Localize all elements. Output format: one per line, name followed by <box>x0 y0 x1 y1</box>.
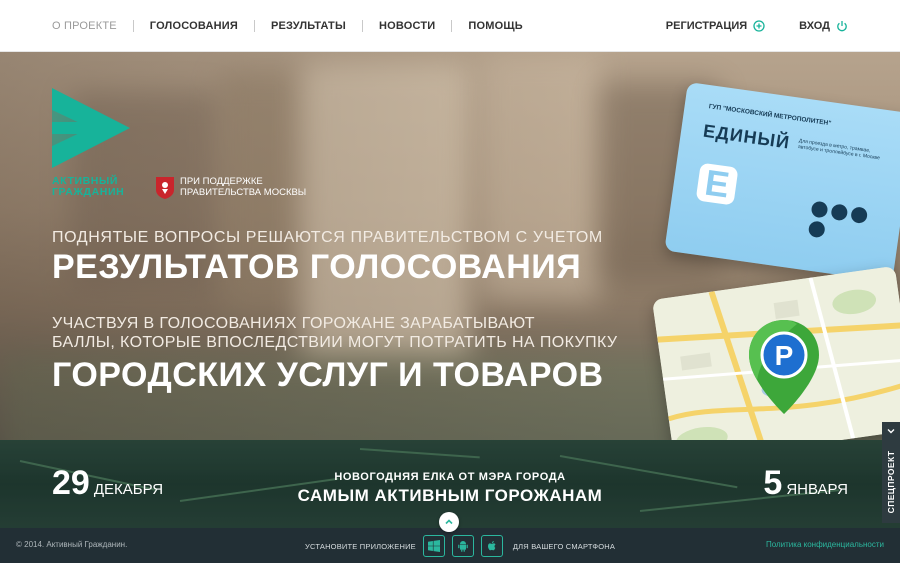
auth-links: Регистрация Вход <box>666 0 848 52</box>
nav-item-results[interactable]: Результаты <box>271 20 346 32</box>
tram-icon <box>807 220 826 239</box>
hero-subheading-2: Участвуя в голосованиях горожане зарабат… <box>52 314 617 352</box>
end-month: января <box>786 481 848 498</box>
top-navigation-bar: О проекте Голосования Результаты Новости… <box>0 0 900 52</box>
copyright: © 2014. Активный Гражданин. <box>16 540 128 549</box>
metro-icon <box>810 200 829 219</box>
smartphone-label: для вашего смартфона <box>512 541 616 551</box>
support-line2: Правительства Москвы <box>180 187 307 198</box>
ticket-note: Для проезда в метро, трамвае, автобусе и… <box>797 138 881 162</box>
end-day: 5 <box>763 464 783 502</box>
government-support: При поддержке Правительства Москвы <box>155 176 310 200</box>
brand-name: Активный гражданин <box>52 176 142 198</box>
ticket-title: ЕДИНЫЙ <box>701 120 792 153</box>
hero-heading-2: городских услуг и товаров <box>52 356 604 394</box>
special-project-label: Спецпроект <box>886 450 896 514</box>
transport-icons <box>807 200 872 245</box>
main-nav: О проекте Голосования Результаты Новости… <box>52 0 523 52</box>
support-text: При поддержке Правительства Москвы <box>180 176 310 198</box>
apple-icon <box>487 541 496 551</box>
android-icon <box>458 541 468 552</box>
apple-store-button[interactable] <box>480 535 503 557</box>
brand-logo-icon[interactable] <box>52 88 132 168</box>
nav-item-votes[interactable]: Голосования <box>150 20 238 32</box>
login-link[interactable]: Вход <box>799 20 848 32</box>
hero-subheading-2-line1: Участвуя в голосованиях горожане зарабат… <box>52 315 535 332</box>
nav-divider <box>361 20 363 32</box>
scroll-up-button[interactable] <box>439 512 459 532</box>
promo-start-date: 29 декабря <box>52 464 163 503</box>
register-link[interactable]: Регистрация <box>666 20 765 32</box>
privacy-policy-link[interactable]: Политика конфиденциальности <box>766 540 884 549</box>
start-month: декабря <box>93 481 164 498</box>
footer: © 2014. Активный Гражданин. Установите п… <box>0 528 900 563</box>
hero-subheading-1: Поднятые вопросы решаются правительством… <box>52 229 603 246</box>
android-store-button[interactable] <box>451 535 474 557</box>
trolleybus-icon <box>850 206 869 225</box>
chevron-down-icon <box>887 429 895 434</box>
windows-store-button[interactable] <box>422 535 445 557</box>
hero-subheading-2-line2: баллы, которые впоследствии могут потрат… <box>52 334 618 351</box>
brand-name-line2: гражданин <box>52 186 125 198</box>
metro-ticket-card: ГУП "МОСКОВСКИЙ МЕТРОПОЛИТЕН" ЕДИНЫЙ Для… <box>664 82 900 283</box>
nav-item-help[interactable]: Помощь <box>468 20 523 32</box>
ticket-letter: Е <box>695 162 739 206</box>
hero-heading-1: результатов голосования <box>52 248 582 286</box>
nav-divider <box>132 20 134 32</box>
nav-item-news[interactable]: Новости <box>379 20 435 32</box>
register-label: Регистрация <box>665 20 748 32</box>
plus-circle-icon <box>753 20 765 32</box>
install-label: Установите приложение <box>305 541 416 551</box>
pin-letter: P <box>775 340 794 371</box>
nav-item-about[interactable]: О проекте <box>52 20 117 32</box>
parking-pin-icon: P <box>749 320 819 414</box>
promo-title: Самым активным горожанам <box>297 486 603 505</box>
login-label: Вход <box>799 20 830 32</box>
promo-subtitle: Новогодняя елка от мэра города <box>334 471 566 483</box>
chevron-up-icon <box>445 519 453 525</box>
moscow-coat-of-arms-icon <box>156 177 174 199</box>
nav-divider <box>451 20 453 32</box>
app-install-block: Установите приложение для вашего смартфо… <box>305 535 615 557</box>
promo-end-date: 5 января <box>763 464 848 503</box>
nav-divider <box>253 20 255 32</box>
promo-title-block: Новогодняя елка от мэра города Самым акт… <box>250 471 650 506</box>
special-project-tab[interactable]: Спецпроект <box>882 422 900 523</box>
power-icon <box>837 21 847 32</box>
hero-banner: Активный гражданин При поддержке Правите… <box>0 52 900 440</box>
bus-icon <box>830 203 849 222</box>
start-day: 29 <box>52 464 90 502</box>
windows-icon <box>427 540 440 552</box>
support-line1: При поддержке <box>180 176 263 187</box>
